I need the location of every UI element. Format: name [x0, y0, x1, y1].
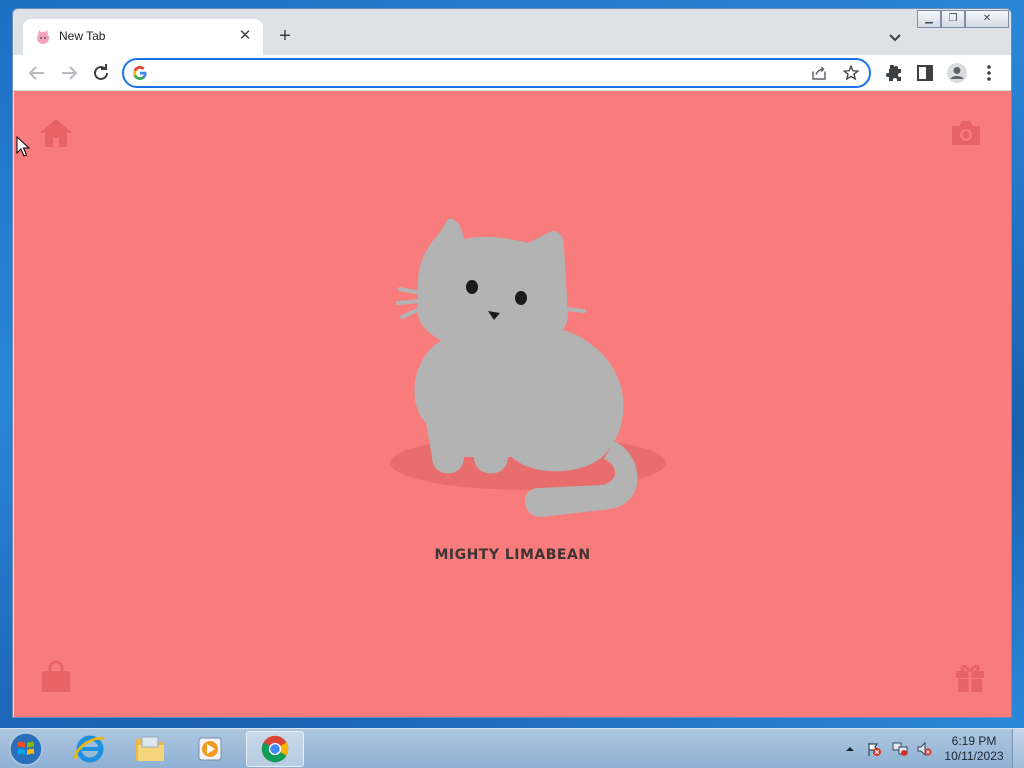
address-input[interactable] — [156, 63, 796, 83]
mouse-cursor-icon — [16, 136, 30, 157]
show-desktop-button[interactable] — [1012, 729, 1024, 768]
browser-toolbar — [13, 55, 1011, 91]
gift-icon[interactable] — [952, 659, 988, 695]
window-controls: ▁ ❐ ✕ — [917, 10, 1009, 28]
address-bar[interactable] — [122, 58, 871, 88]
new-tab-page: MIGHTY LIMABEAN — [14, 91, 1011, 717]
back-icon[interactable] — [25, 61, 49, 85]
system-clock[interactable]: 6:19 PM 10/11/2023 — [940, 734, 1008, 764]
cat-icon — [37, 30, 49, 44]
extensions-icon[interactable] — [881, 61, 905, 85]
start-button[interactable] — [6, 730, 46, 768]
new-tab-button[interactable]: + — [273, 25, 297, 49]
file-explorer-icon[interactable] — [122, 731, 178, 767]
chevron-down-icon[interactable] — [883, 25, 907, 49]
close-window-button[interactable]: ✕ — [965, 10, 1009, 28]
forward-icon[interactable] — [57, 61, 81, 85]
browser-window: New Tab ✕ + ▁ ❐ ✕ MIGHTY LIMABEAN — [12, 8, 1012, 718]
google-icon — [133, 66, 147, 80]
taskbar: 6:19 PM 10/11/2023 — [0, 728, 1024, 768]
google-chrome-icon[interactable] — [246, 731, 304, 767]
tab-new-tab[interactable]: New Tab ✕ — [23, 19, 263, 55]
clock-time: 6:19 PM — [951, 734, 997, 748]
close-tab-icon[interactable]: ✕ — [235, 26, 255, 46]
show-hidden-icons-icon[interactable] — [844, 741, 856, 757]
share-icon[interactable] — [810, 64, 828, 82]
network-icon[interactable] — [892, 741, 908, 757]
home-icon[interactable] — [38, 115, 74, 151]
tab-title: New Tab — [59, 29, 106, 43]
cat-illustration — [390, 218, 666, 518]
cat-name-label: MIGHTY LIMABEAN — [434, 547, 591, 563]
bookmark-star-icon[interactable] — [842, 64, 860, 82]
volume-muted-icon[interactable] — [916, 741, 932, 757]
clock-date: 10/11/2023 — [944, 749, 1004, 763]
restore-button[interactable]: ❐ — [941, 10, 965, 28]
reload-icon[interactable] — [89, 61, 113, 85]
shopping-bag-icon[interactable] — [38, 659, 74, 695]
side-panel-icon[interactable] — [913, 61, 937, 85]
media-player-icon[interactable] — [182, 731, 238, 767]
tab-strip: New Tab ✕ + ▁ ❐ ✕ — [13, 9, 1011, 55]
camera-icon[interactable] — [948, 115, 984, 151]
profile-icon[interactable] — [945, 61, 969, 85]
action-center-flag-icon[interactable] — [866, 741, 882, 757]
minimize-button[interactable]: ▁ — [917, 10, 941, 28]
internet-explorer-icon[interactable] — [62, 731, 118, 767]
menu-dots-icon[interactable] — [977, 61, 1001, 85]
